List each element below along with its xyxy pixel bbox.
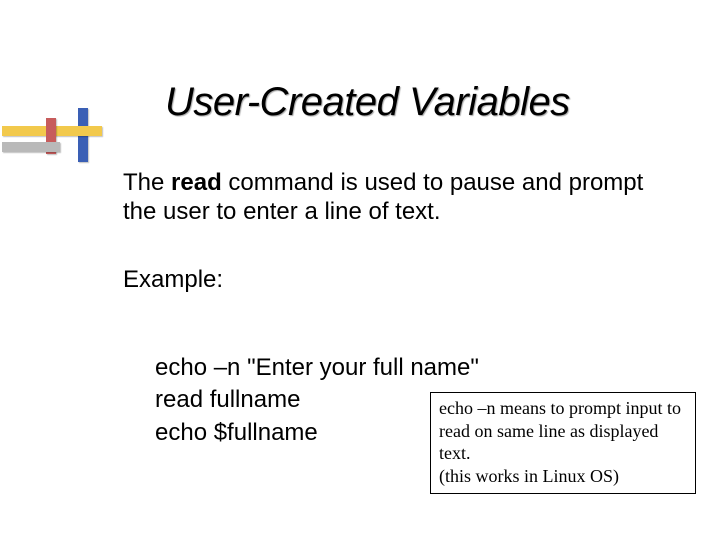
intro-paragraph: The read command is used to pause and pr… <box>123 168 663 227</box>
note-parenthetical: (this works in Linux OS) <box>439 466 619 486</box>
slide: User-Created Variables The read command … <box>0 0 720 540</box>
note-command: echo –n <box>439 398 495 418</box>
body-text: The read command is used to pause and pr… <box>123 168 663 298</box>
slide-title: User-Created Variables <box>165 80 570 125</box>
note-box: echo –n means to prompt input to read on… <box>430 392 696 494</box>
code-line-1: echo –n "Enter your full name" <box>155 352 479 384</box>
example-label: Example: <box>123 265 663 294</box>
intro-bold: read <box>171 169 222 196</box>
intro-pre: The <box>123 169 171 196</box>
title-decoration <box>2 108 122 178</box>
